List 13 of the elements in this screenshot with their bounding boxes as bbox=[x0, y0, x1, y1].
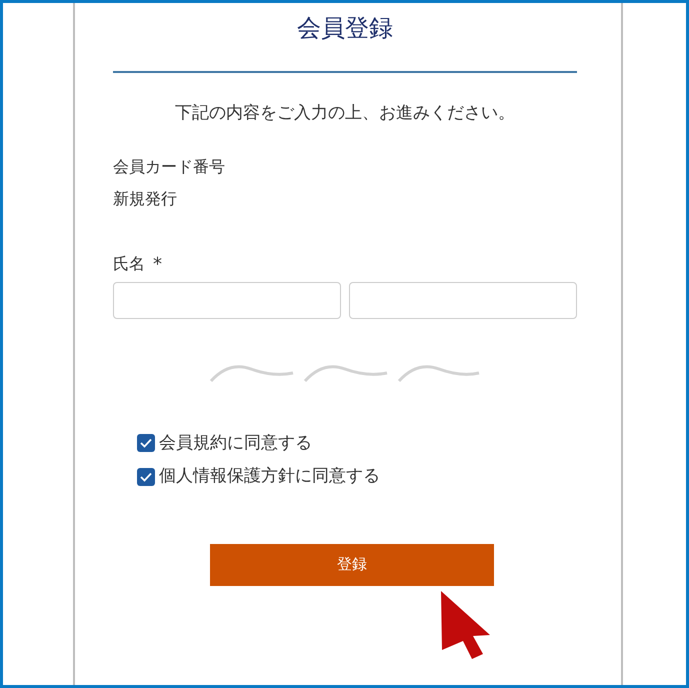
field-label: 氏名 bbox=[113, 253, 145, 275]
checkbox[interactable] bbox=[137, 434, 155, 452]
required-mark: * bbox=[153, 252, 162, 276]
register-button[interactable]: 登録 bbox=[210, 544, 494, 586]
field-value: 新規発行 bbox=[113, 188, 177, 208]
checkbox-label[interactable]: 個人情報保護方針に同意する bbox=[159, 464, 380, 490]
checkbox-label[interactable]: 会員規約に同意する bbox=[159, 430, 312, 456]
last-name-field[interactable] bbox=[113, 282, 341, 318]
checkbox[interactable] bbox=[137, 468, 155, 486]
instruction-text: 下記の内容をご入力の上、お進みください。 bbox=[174, 102, 516, 125]
first-name-field[interactable] bbox=[349, 282, 577, 318]
field-label: 会員カード番号 bbox=[113, 156, 225, 176]
page-title: 会員登録 bbox=[296, 13, 394, 44]
